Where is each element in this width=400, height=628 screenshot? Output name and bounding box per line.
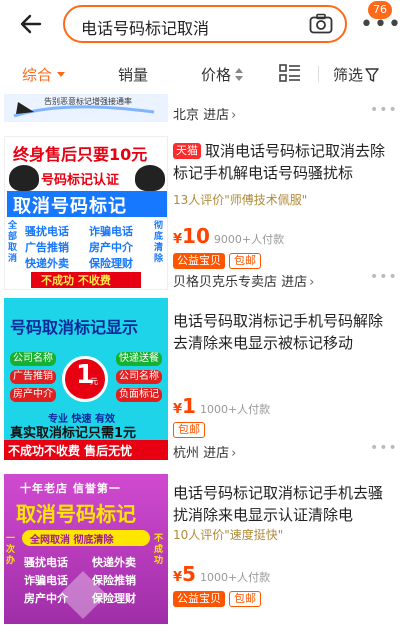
banner-text: 告别恶意标记增强接通率 <box>44 97 132 106</box>
price-row: ¥10 9000+人付款 <box>173 224 284 248</box>
paid-count: 1000+人付款 <box>199 403 271 416</box>
shop-link[interactable]: 北京 进店 › <box>173 104 236 123</box>
sort-comprehensive[interactable]: 综合 <box>22 64 66 85</box>
image-label: 公司名称 <box>10 352 56 366</box>
image-side-left: 全部取消 <box>8 221 18 264</box>
product-image: 告别恶意标记增强接通率 <box>4 94 168 122</box>
image-line2: 不成功不收费 售后无忧 <box>8 444 133 458</box>
image-line1: 真实取消标记只需1元 <box>10 426 137 441</box>
notification-badge: 76 <box>368 1 392 19</box>
price-value: 1 <box>182 394 196 418</box>
image-label: 广告推销 <box>10 370 56 384</box>
image-bar-text: 全网取消 彻底清除 <box>30 535 114 546</box>
image-label: 公司名称 <box>116 370 162 384</box>
image-side-right: 彻底清除 <box>154 221 164 264</box>
sort-comprehensive-label: 综合 <box>22 66 53 84</box>
camera-icon[interactable] <box>309 13 333 35</box>
search-input[interactable]: 电话号码标记取消 <box>63 5 347 43</box>
grid-label: 快递外卖 <box>92 556 136 569</box>
chevron-right-icon: › <box>309 275 315 290</box>
image-label: 负面标记 <box>116 388 162 402</box>
price-value: 10 <box>182 224 210 248</box>
product-title-text: 取消电话号码标记取消去除标记手机解电话号码骚扰标 <box>173 142 386 182</box>
sort-price[interactable]: 价格 <box>201 64 244 85</box>
review-snippet: 13人评价"师傅技术佩服" <box>173 193 308 207</box>
price-row: ¥1 1000+人付款 <box>173 394 270 418</box>
image-bottom-text: 不成功 不收费 <box>41 274 111 287</box>
grid-label: 快递外卖 <box>25 257 69 270</box>
product-title-text: 电话号码取消标记手机号码解除去清除来电显示被标记移动 <box>173 312 384 352</box>
chevron-right-icon: › <box>231 446 237 461</box>
grid-label: 骚扰电话 <box>24 556 68 569</box>
grid-label: 诈骗电话 <box>24 574 68 587</box>
caret-down-icon <box>57 72 66 77</box>
price-value: 5 <box>182 562 196 586</box>
free-shipping-chip: 包邮 <box>173 422 205 438</box>
image-headline: 号码取消标记显示 <box>10 318 139 337</box>
image-subtitle: 号码标记认证 <box>41 173 120 188</box>
shop-name: 北京 进店 <box>173 108 230 123</box>
grid-label: 房产中介 <box>89 241 133 254</box>
product-title[interactable]: 电话号码取消标记手机号码解除去清除来电显示被标记移动 <box>173 310 395 354</box>
sort-arrows-icon <box>235 68 244 82</box>
charity-chip: 公益宝贝 <box>173 253 225 269</box>
sort-sales[interactable]: 销量 <box>118 64 148 85</box>
back-arrow-icon[interactable] <box>18 11 44 37</box>
grid-label: 诈骗电话 <box>89 225 133 238</box>
image-main-text: 取消号码标记 <box>16 502 136 526</box>
search-query-text: 电话号码标记取消 <box>81 19 210 38</box>
image-top-text: 十年老店 信誉第一 <box>20 482 121 495</box>
tmall-tag: 天猫 <box>173 143 201 159</box>
more-dots-icon[interactable]: ••• <box>370 269 398 285</box>
funnel-icon <box>365 68 379 82</box>
product-image: 十年老店 信誉第一 取消号码标记 全网取消 彻底清除 一次办 不成功 骚扰电话 … <box>4 474 168 624</box>
grid-label: 广告推销 <box>25 241 69 254</box>
paid-count: 1000+人付款 <box>199 571 271 584</box>
grid-label: 保险理财 <box>89 257 133 270</box>
product-image: 终身售后只要10元 号码标记认证 取消号码标记 全部取消 彻底清除 骚扰电话 诈… <box>4 136 168 290</box>
product-image: 号码取消标记显示 公司名称 广告推销 房产中介 快递送餐 公司名称 负面标记 1… <box>4 298 168 460</box>
shop-link[interactable]: 贝格贝克乐专卖店 进店 › <box>173 271 314 290</box>
sort-bar: 综合 销量 价格 筛选 <box>0 52 400 94</box>
image-label: 快递送餐 <box>116 352 162 366</box>
free-shipping-chip: 包邮 <box>229 253 261 269</box>
filter-button[interactable]: 筛选 <box>333 64 379 85</box>
chip-row: 包邮 <box>173 418 209 438</box>
shop-name: 杭州 进店 <box>173 446 230 461</box>
image-main-text: 取消号码标记 <box>13 196 127 217</box>
cat-logo-icon <box>9 165 39 191</box>
chevron-right-icon: › <box>231 108 237 123</box>
list-grid-icon[interactable] <box>279 64 301 82</box>
product-title[interactable]: 天猫 取消电话号码标记取消去除标记手机解电话号码骚扰标 <box>173 140 395 184</box>
paid-count: 9000+人付款 <box>213 233 285 246</box>
image-label: 房产中介 <box>10 388 56 402</box>
cat-logo-icon <box>135 165 165 191</box>
chip-row: 公益宝贝 包邮 <box>173 249 265 269</box>
price-row: ¥5 1000+人付款 <box>173 562 270 586</box>
review-snippet: 10人评价"速度挺快" <box>173 528 284 542</box>
sort-price-label: 价格 <box>201 66 232 84</box>
image-headline: 终身售后只要10元 <box>13 145 148 164</box>
charity-chip: 公益宝贝 <box>173 591 225 607</box>
more-dots-icon[interactable]: ••• <box>370 440 398 456</box>
divider <box>318 66 319 82</box>
top-header: 电话号码标记取消 ••• 76 <box>0 0 400 50</box>
more-dots-icon[interactable]: ••• <box>370 102 398 118</box>
currency-symbol: ¥ <box>173 232 183 247</box>
grid-label: 骚扰电话 <box>25 225 69 238</box>
free-shipping-chip: 包邮 <box>229 591 261 607</box>
image-side-left: 一次办 <box>6 534 16 566</box>
currency-symbol: ¥ <box>173 402 183 417</box>
image-center-unit: 元 <box>90 377 98 386</box>
image-side-right: 不成功 <box>154 534 164 566</box>
product-title-text: 电话号码标记取消标记手机去骚扰消除来电显示认证清除电 <box>173 484 384 524</box>
shop-name: 贝格贝克乐专卖店 进店 <box>173 275 308 290</box>
sort-sales-label: 销量 <box>118 66 149 84</box>
product-title[interactable]: 电话号码标记取消标记手机去骚扰消除来电显示认证清除电 <box>173 482 395 526</box>
currency-symbol: ¥ <box>173 570 183 585</box>
shop-link[interactable]: 杭州 进店 › <box>173 442 236 461</box>
chip-row: 公益宝贝 包邮 <box>173 587 265 607</box>
filter-label: 筛选 <box>333 66 364 84</box>
more-dots-icon: ••• <box>360 12 400 37</box>
